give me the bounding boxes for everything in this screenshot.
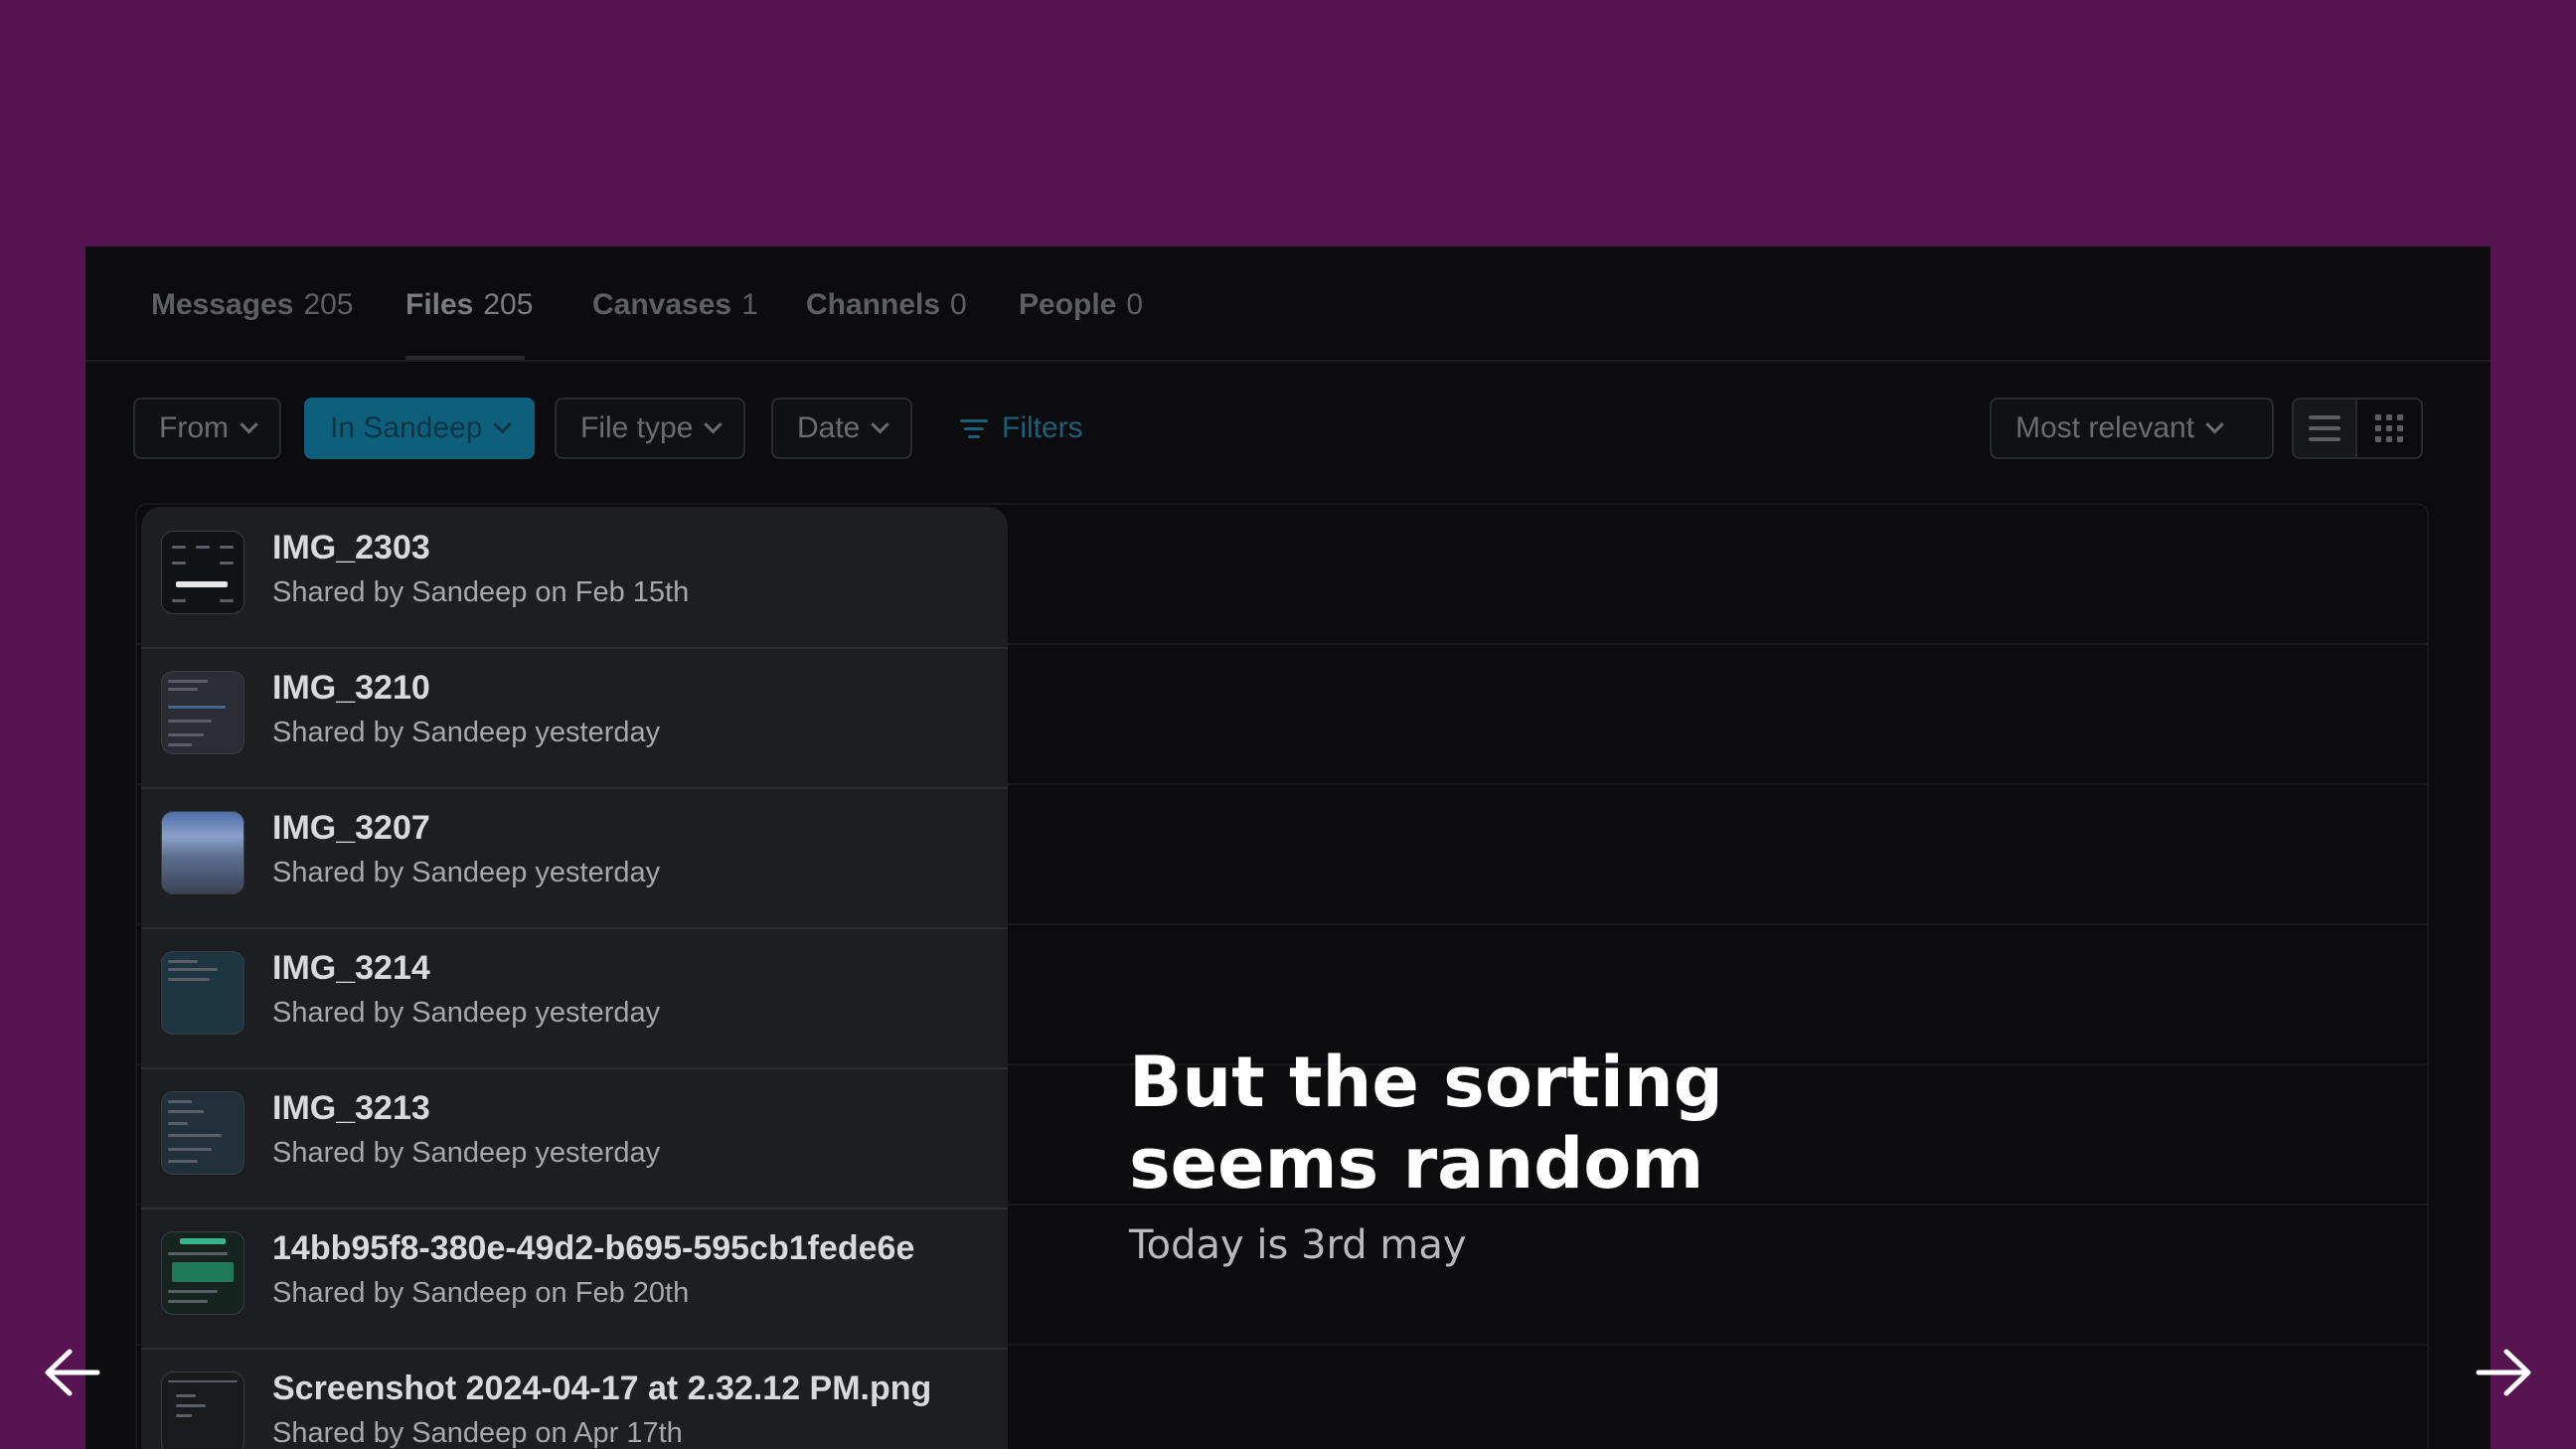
- file-meta: Shared by Sandeep on Feb 15th: [272, 576, 690, 608]
- file-row[interactable]: IMG_2303 Shared by Sandeep on Feb 15th: [141, 507, 1008, 649]
- tab-label: Channels: [806, 288, 941, 321]
- tab-people[interactable]: People 0: [1019, 288, 1143, 322]
- tab-count: 1: [741, 288, 758, 321]
- tab-label: Files: [405, 288, 474, 321]
- grid-view-button[interactable]: [2357, 398, 2423, 459]
- file-name: IMG_2303: [272, 529, 430, 566]
- file-meta: Shared by Sandeep yesterday: [272, 857, 661, 888]
- file-thumbnail: [161, 1371, 244, 1449]
- filter-label: From: [159, 411, 229, 444]
- file-meta: Shared by Sandeep on Apr 17th: [272, 1417, 683, 1449]
- file-results-card: IMG_2303 Shared by Sandeep on Feb 15th I…: [141, 507, 1008, 1449]
- filters-label: Filters: [1002, 411, 1083, 444]
- file-row[interactable]: IMG_3210 Shared by Sandeep yesterday: [141, 647, 1008, 789]
- arrow-right-icon[interactable]: [2475, 1348, 2534, 1397]
- tab-files[interactable]: Files 205: [405, 288, 533, 322]
- file-thumbnail: [161, 1091, 244, 1175]
- sort-label: Most relevant: [2015, 411, 2195, 444]
- filter-icon: [960, 418, 988, 438]
- file-thumbnail: [161, 671, 244, 754]
- search-results-window: Messages 205 Files 205 Canvases 1 Channels 0…: [85, 246, 2491, 1449]
- chevron-down-icon: [493, 414, 513, 433]
- tab-count: 205: [303, 288, 354, 321]
- chevron-down-icon: [871, 414, 890, 433]
- file-row[interactable]: IMG_3214 Shared by Sandeep yesterday: [141, 927, 1008, 1069]
- list-view-button[interactable]: [2292, 398, 2357, 459]
- file-name: IMG_3214: [272, 949, 430, 987]
- file-meta: Shared by Sandeep yesterday: [272, 1137, 661, 1169]
- tab-channels[interactable]: Channels 0: [806, 288, 967, 322]
- file-row[interactable]: IMG_3207 Shared by Sandeep yesterday: [141, 787, 1008, 929]
- chevron-down-icon: [704, 414, 724, 433]
- tab-count: 0: [1126, 288, 1144, 321]
- chevron-down-icon: [2205, 414, 2224, 433]
- filter-label: File type: [580, 411, 694, 444]
- tab-label: People: [1019, 288, 1117, 321]
- in-filter-button[interactable]: In Sandeep: [304, 398, 536, 459]
- file-name: IMG_3207: [272, 809, 430, 847]
- grid-view-icon: [2375, 414, 2403, 442]
- file-name: 14bb95f8-380e-49d2-b695-595cb1fede6e: [272, 1229, 915, 1267]
- filter-label: In Sandeep: [330, 411, 483, 444]
- file-type-filter-button[interactable]: File type: [555, 398, 746, 459]
- file-thumbnail: [161, 531, 244, 614]
- annotation-headline: But the sorting seems random: [1129, 1042, 1924, 1205]
- file-meta: Shared by Sandeep yesterday: [272, 717, 661, 748]
- file-thumbnail: [161, 811, 244, 894]
- headline-line: But the sorting: [1129, 1042, 1723, 1123]
- file-name: IMG_3210: [272, 669, 430, 707]
- tab-count: 0: [950, 288, 967, 321]
- tab-canvases[interactable]: Canvases 1: [592, 288, 758, 322]
- file-thumbnail: [161, 1231, 244, 1315]
- from-filter-button[interactable]: From: [133, 398, 281, 459]
- file-name: Screenshot 2024-04-17 at 2.32.12 PM.png: [272, 1369, 932, 1407]
- file-meta: Shared by Sandeep on Feb 20th: [272, 1277, 690, 1309]
- result-tabs: Messages 205 Files 205 Canvases 1 Channels 0…: [85, 246, 2491, 362]
- file-row[interactable]: IMG_3213 Shared by Sandeep yesterday: [141, 1067, 1008, 1209]
- tab-label: Canvases: [592, 288, 732, 321]
- file-row[interactable]: Screenshot 2024-04-17 at 2.32.12 PM.png …: [141, 1348, 1008, 1449]
- list-view-icon: [2309, 415, 2340, 441]
- tab-messages[interactable]: Messages 205: [151, 288, 354, 322]
- headline-line: seems random: [1129, 1123, 1704, 1205]
- file-meta: Shared by Sandeep yesterday: [272, 997, 661, 1029]
- file-name: IMG_3213: [272, 1089, 430, 1127]
- arrow-left-icon[interactable]: [42, 1348, 101, 1397]
- filter-label: Date: [797, 411, 861, 444]
- date-filter-button[interactable]: Date: [771, 398, 913, 459]
- file-row[interactable]: 14bb95f8-380e-49d2-b695-595cb1fede6e Sha…: [141, 1208, 1008, 1350]
- tab-count: 205: [483, 288, 534, 321]
- sort-dropdown[interactable]: Most relevant: [1990, 398, 2274, 459]
- annotation-subline: Today is 3rd may: [1129, 1222, 1467, 1268]
- active-tab-indicator: [405, 356, 525, 360]
- filters-button[interactable]: Filters: [960, 398, 1083, 459]
- file-thumbnail: [161, 951, 244, 1035]
- tab-label: Messages: [151, 288, 294, 321]
- chevron-down-icon: [240, 414, 258, 433]
